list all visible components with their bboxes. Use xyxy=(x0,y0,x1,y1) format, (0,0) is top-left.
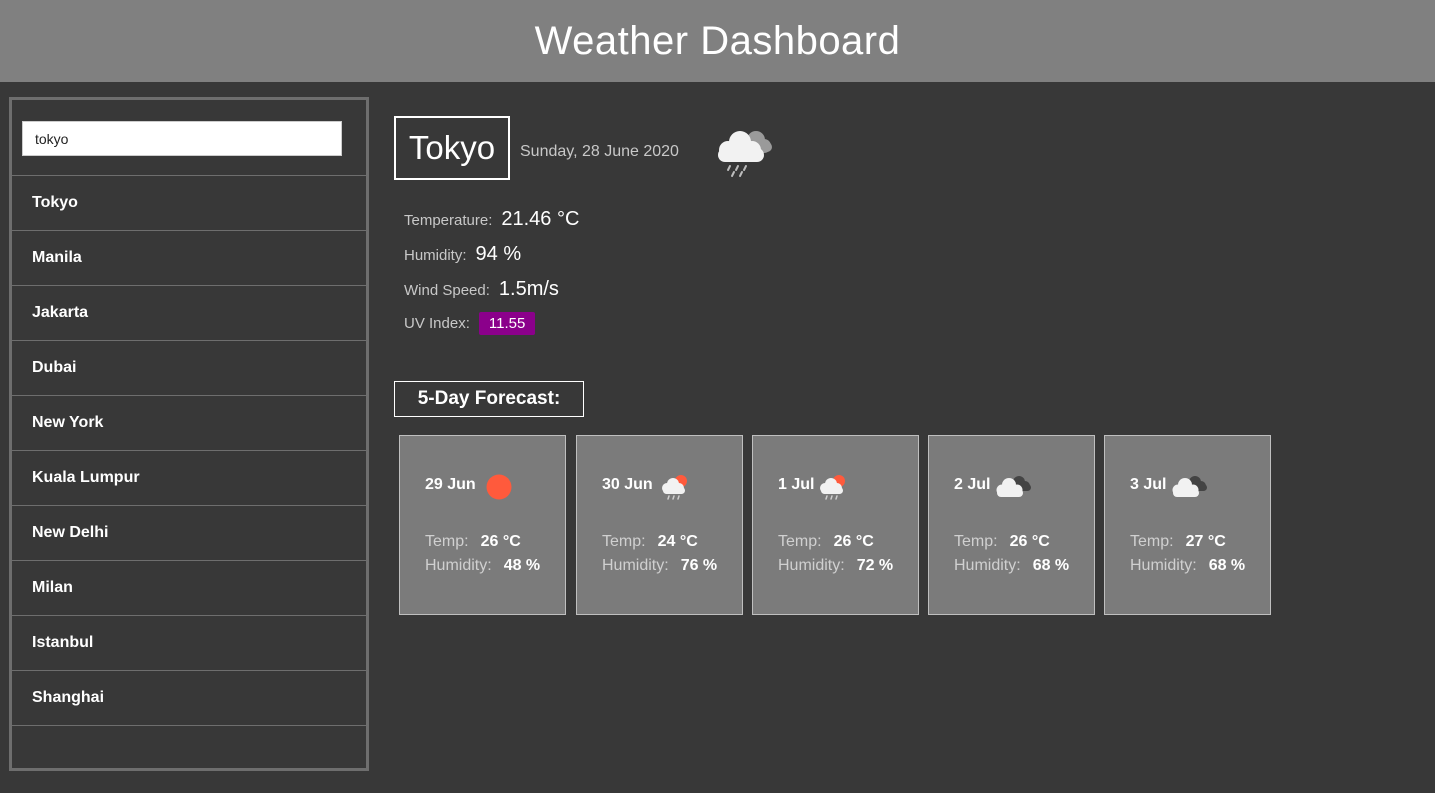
forecast-date: 3 Jul xyxy=(1130,476,1167,493)
forecast-humidity-label: Humidity: xyxy=(602,557,669,574)
forecast-humidity-label: Humidity: xyxy=(1130,557,1197,574)
forecast-temp: Temp: 26 °C xyxy=(778,533,874,551)
forecast-humidity: Humidity: 68 % xyxy=(954,557,1069,575)
forecast-temp-label: Temp: xyxy=(954,533,998,550)
sun-rain-cloud-icon xyxy=(819,472,851,502)
sidebar-item-tokyo[interactable]: Tokyo xyxy=(12,176,366,231)
forecast-temp-label: Temp: xyxy=(602,533,646,550)
temperature-label: Temperature: xyxy=(404,212,493,229)
uv-index-badge: 11.55 xyxy=(478,312,536,335)
forecast-humidity-value: 76 % xyxy=(680,557,718,574)
forecast-temp-label: Temp: xyxy=(425,533,469,550)
forecast-humidity: Humidity: 76 % xyxy=(602,557,717,575)
forecast-humidity-label: Humidity: xyxy=(954,557,1021,574)
forecast-humidity: Humidity: 72 % xyxy=(778,557,893,575)
forecast-temp: Temp: 26 °C xyxy=(954,533,1050,551)
forecast-temp-value: 26 °C xyxy=(833,533,874,550)
forecast-humidity: Humidity: 68 % xyxy=(1130,557,1245,575)
rain-cloud-icon xyxy=(712,124,774,180)
humidity-label: Humidity: xyxy=(404,247,467,264)
humidity-row: Humidity: 94 % xyxy=(404,243,521,266)
forecast-humidity-value: 48 % xyxy=(503,557,541,574)
cloudy-icon xyxy=(1171,472,1207,502)
forecast-card: 29 Jun Temp: 26 °C Humidity: 48 % xyxy=(399,435,566,615)
forecast-card: 1 Jul Temp: 26 °C Humidity: 72 % xyxy=(752,435,919,615)
sidebar-item-dubai[interactable]: Dubai xyxy=(12,341,366,396)
cloudy-icon xyxy=(995,472,1031,502)
wind-speed-value: 1.5m/s xyxy=(498,278,559,300)
forecast-humidity: Humidity: 48 % xyxy=(425,557,540,575)
sidebar-item-shanghai[interactable]: Shanghai xyxy=(12,671,366,726)
forecast-date: 30 Jun xyxy=(602,476,653,493)
current-city-name: Tokyo xyxy=(394,116,510,180)
forecast-date: 1 Jul xyxy=(778,476,815,493)
page-title: Weather Dashboard xyxy=(534,18,901,63)
humidity-value: 94 % xyxy=(475,243,522,265)
sun-icon xyxy=(484,472,516,502)
sidebar-item-new-york[interactable]: New York xyxy=(12,396,366,451)
forecast-humidity-value: 72 % xyxy=(856,557,894,574)
forecast-date: 29 Jun xyxy=(425,476,476,493)
forecast-temp: Temp: 27 °C xyxy=(1130,533,1226,551)
forecast-temp-value: 26 °C xyxy=(1009,533,1050,550)
wind-speed-row: Wind Speed: 1.5m/s xyxy=(404,278,559,301)
sun-rain-cloud-icon xyxy=(661,472,693,502)
uv-index-label: UV Index: xyxy=(404,315,470,332)
temperature-value: 21.46 °C xyxy=(501,208,580,230)
search-area xyxy=(12,100,366,176)
sidebar-item-jakarta[interactable]: Jakarta xyxy=(12,286,366,341)
uv-index-row: UV Index: 11.55 xyxy=(404,312,536,335)
temperature-row: Temperature: 21.46 °C xyxy=(404,208,579,231)
forecast-card: 30 Jun Temp: 24 °C Humidity: 76 % xyxy=(576,435,743,615)
forecast-card: 2 Jul Temp: 26 °C Humidity: 68 % xyxy=(928,435,1095,615)
forecast-title: 5-Day Forecast: xyxy=(394,381,584,417)
sidebar-item-manila[interactable]: Manila xyxy=(12,231,366,286)
forecast-temp-value: 26 °C xyxy=(480,533,521,550)
forecast-temp-value: 24 °C xyxy=(657,533,698,550)
forecast-temp: Temp: 26 °C xyxy=(425,533,521,551)
wind-speed-label: Wind Speed: xyxy=(404,282,490,299)
forecast-temp-value: 27 °C xyxy=(1185,533,1226,550)
sidebar-item-milan[interactable]: Milan xyxy=(12,561,366,616)
sidebar-item-new-delhi[interactable]: New Delhi xyxy=(12,506,366,561)
app-header: Weather Dashboard xyxy=(0,0,1435,82)
sidebar: Tokyo Manila Jakarta Dubai New York Kual… xyxy=(9,97,369,771)
sidebar-item-kuala-lumpur[interactable]: Kuala Lumpur xyxy=(12,451,366,506)
forecast-date: 2 Jul xyxy=(954,476,991,493)
current-date: Sunday, 28 June 2020 xyxy=(520,143,679,160)
forecast-humidity-value: 68 % xyxy=(1032,557,1070,574)
forecast-humidity-label: Humidity: xyxy=(425,557,492,574)
forecast-humidity-value: 68 % xyxy=(1208,557,1246,574)
city-search-input[interactable] xyxy=(22,121,342,156)
forecast-temp-label: Temp: xyxy=(1130,533,1174,550)
forecast-temp: Temp: 24 °C xyxy=(602,533,698,551)
forecast-card: 3 Jul Temp: 27 °C Humidity: 68 % xyxy=(1104,435,1271,615)
forecast-temp-label: Temp: xyxy=(778,533,822,550)
sidebar-item-istanbul[interactable]: Istanbul xyxy=(12,616,366,671)
forecast-humidity-label: Humidity: xyxy=(778,557,845,574)
